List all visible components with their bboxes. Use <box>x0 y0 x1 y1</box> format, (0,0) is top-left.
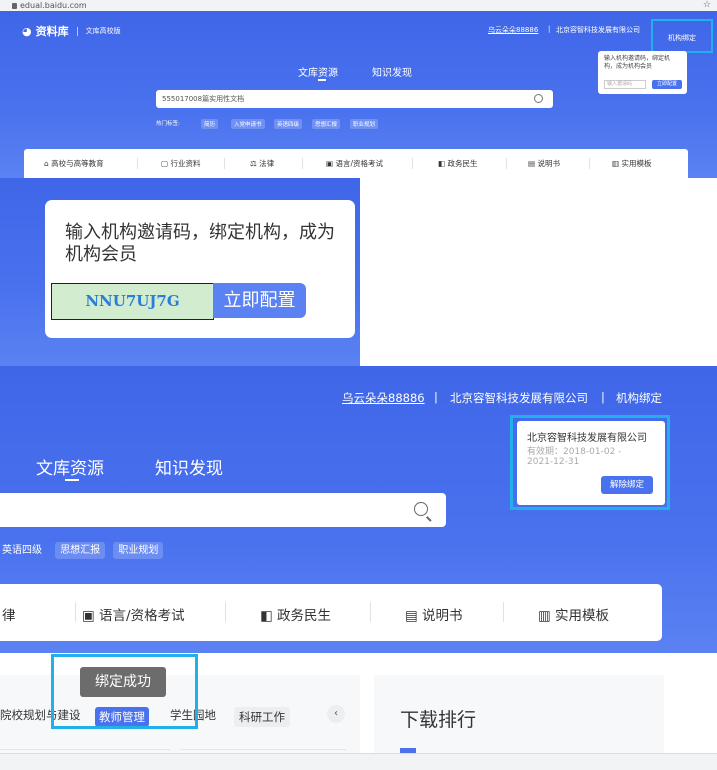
manual-icon: ▤ <box>405 608 423 624</box>
org-name: 北京容智科技发展有限公司 <box>450 391 588 405</box>
nav-template[interactable]: ▥ 实用模板 <box>612 158 651 169</box>
star-icon[interactable]: ☆ <box>703 0 711 11</box>
hot-tag[interactable]: 入党申请书 <box>231 119 265 129</box>
search-icon[interactable] <box>414 502 428 516</box>
invite-popup-text: 输入机构邀请码，绑定机构，成为机构会员 <box>604 55 671 70</box>
header-bound-view: 乌云朵朵88886 | 北京容智科技发展有限公司 | 机构绑定 北京容智科技发展… <box>0 366 717 653</box>
chevron-left-icon[interactable]: ‹ <box>327 705 345 723</box>
template-icon: ▥ <box>538 608 556 624</box>
invite-code-input[interactable]: NNU7UJ7G <box>51 283 214 320</box>
hot-tag[interactable]: 思想汇报 <box>55 542 106 559</box>
invite-card: 输入机构邀请码，绑定机构，成为机构会员 NNU7UJ7G 立即配置 <box>45 200 355 338</box>
hot-tag[interactable]: 职业规划 <box>113 542 164 559</box>
hot-tag[interactable]: 英语四级 <box>274 119 303 129</box>
nav-manual[interactable]: ▤ 说明书 <box>528 158 560 169</box>
hot-tags: 英语四级 思想汇报 职业规划 <box>0 541 168 559</box>
nav-government[interactable]: ◧ 政务民生 <box>438 158 477 169</box>
divider: | <box>601 390 605 404</box>
url-text: edual.baidu.com <box>20 1 87 10</box>
nav-government[interactable]: ◧ 政务民生 <box>260 604 331 624</box>
hot-label: 热门标签: <box>156 121 180 127</box>
tab-underline <box>65 479 79 481</box>
bound-org-popup: 北京容智科技发展有限公司 有效期：2018-01-02 - 2021-12-31… <box>517 421 665 505</box>
lock-icon <box>12 3 17 9</box>
content-area: 院校规划与建设 教师管理 学生园地 科研工作 ‹ 下载排行 绑定成功 <box>0 653 717 753</box>
nav-template[interactable]: ▥ 实用模板 <box>538 604 609 624</box>
bind-org-highlight[interactable]: 机构绑定 <box>651 19 713 53</box>
scale-icon: ⚖ <box>250 159 260 168</box>
invite-popup: 输入机构邀请码，绑定机构，成为机构会员 输入邀请码 立即配置 <box>598 51 687 94</box>
tab-library[interactable]: 文库资源 <box>36 454 104 479</box>
logo-icon: ◕ <box>22 24 32 38</box>
gov-icon: ◧ <box>260 608 278 624</box>
tab-underline <box>318 79 326 81</box>
nav-language-exam[interactable]: ▣ 语言/资格考试 <box>326 158 383 169</box>
category-nav: 律 ▣ 语言/资格考试 ◧ 政务民生 ▤ 说明书 ▥ 实用模板 <box>0 584 662 641</box>
search-input[interactable] <box>0 493 446 527</box>
invite-card-text: 输入机构邀请码，绑定机构，成为机构会员 <box>65 222 335 265</box>
tab-knowledge[interactable]: 知识发现 <box>155 454 223 479</box>
tab-knowledge[interactable]: 知识发现 <box>372 64 412 79</box>
tab-library[interactable]: 文库资源 <box>298 64 338 79</box>
bound-org-name: 北京容智科技发展有限公司 <box>527 433 647 444</box>
divider: | <box>434 390 438 404</box>
bind-org-link[interactable]: 机构绑定 <box>616 390 662 406</box>
blank-area <box>360 178 717 366</box>
toast-highlight <box>51 654 198 729</box>
hot-tag[interactable]: 英语四级 <box>0 542 47 559</box>
status-bar <box>0 753 717 770</box>
browser-url-bar[interactable]: edual.baidu.com ☆ <box>0 0 717 11</box>
divider <box>0 749 170 750</box>
invite-code-input[interactable]: 输入邀请码 <box>604 80 646 89</box>
category-nav: ⌂ 高校与高等教育 ▢ 行业资料 ⚖ 法律 ▣ 语言/资格考试 ◧ 政务民生 ▤… <box>24 149 688 178</box>
category-chip[interactable]: 科研工作 <box>234 707 290 727</box>
nav-manual[interactable]: ▤ 说明书 <box>405 604 463 624</box>
hot-tag[interactable]: 思想汇报 <box>312 119 341 129</box>
nav-law[interactable]: 律 <box>2 604 16 624</box>
download-rank-title: 下载排行 <box>400 709 477 731</box>
hot-tag[interactable]: 简历 <box>201 119 219 129</box>
search-input[interactable]: 555017008篇实用性文档 <box>156 90 553 108</box>
configure-button[interactable]: 立即配置 <box>213 283 306 318</box>
configure-button[interactable]: 立即配置 <box>652 80 682 89</box>
nav-higher-education[interactable]: ⌂ 高校与高等教育 <box>44 158 104 169</box>
unbind-button[interactable]: 解除绑定 <box>601 476 653 494</box>
divider <box>180 749 346 750</box>
org-name: 北京容智科技发展有限公司 <box>556 26 640 34</box>
search-icon[interactable] <box>534 94 543 103</box>
divider: | <box>548 25 551 33</box>
save-icon: ▣ <box>82 608 100 624</box>
user-link[interactable]: 乌云朵朵88886 <box>488 25 538 35</box>
header-full-view: ◕ 资料库 文库高校版 乌云朵朵88886 | 北京容智科技发展有限公司 机构绑… <box>0 11 717 178</box>
validity-date: 有效期：2018-01-02 - 2021-12-31 <box>527 447 622 467</box>
hot-tag[interactable]: 职业规划 <box>350 119 379 129</box>
nav-language-exam[interactable]: ▣ 语言/资格考试 <box>82 604 185 624</box>
logo[interactable]: ◕ 资料库 文库高校版 <box>22 23 121 39</box>
nav-law[interactable]: ⚖ 法律 <box>250 158 274 169</box>
user-link[interactable]: 乌云朵朵88886 <box>342 390 425 406</box>
nav-industry[interactable]: ▢ 行业资料 <box>161 158 200 169</box>
invite-zoom-view: 输入机构邀请码，绑定机构，成为机构会员 NNU7UJ7G 立即配置 <box>0 178 360 366</box>
